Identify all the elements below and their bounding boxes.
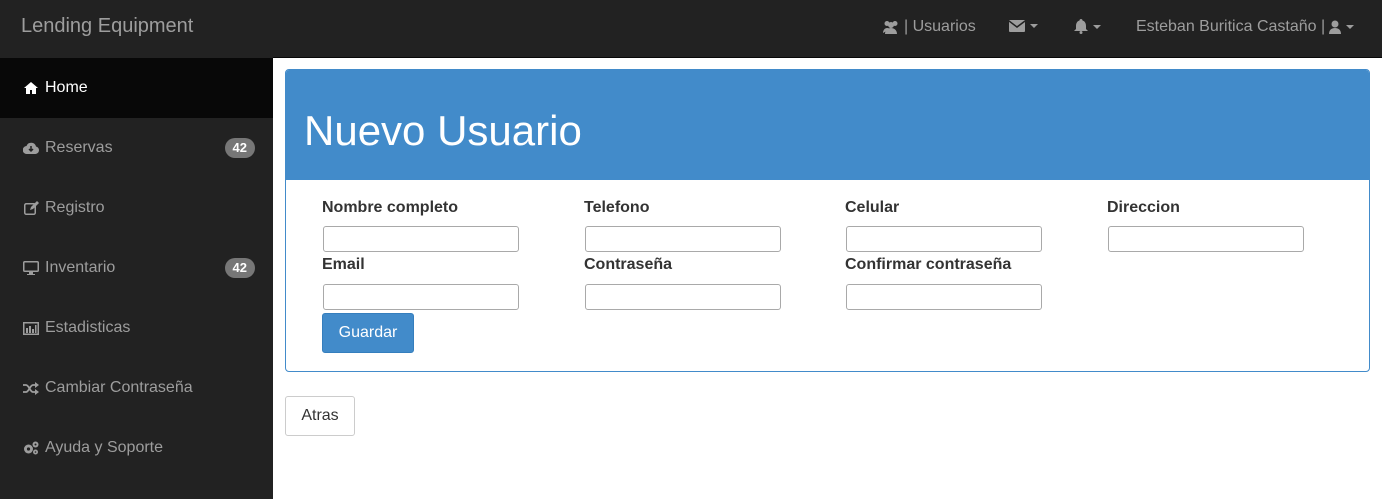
random-icon — [23, 380, 39, 396]
page-title: Nuevo Usuario — [304, 107, 582, 154]
envelope-icon — [1009, 20, 1025, 32]
password-input[interactable] — [585, 284, 781, 310]
sidebar-item-label: Reservas — [45, 139, 113, 156]
sidebar-item-home[interactable]: Home — [0, 58, 273, 118]
sidebar: Home Reservas 42 Registro Inventario 42 … — [0, 57, 273, 499]
telefono-input[interactable] — [585, 226, 781, 252]
reservas-count-badge: 42 — [224, 138, 255, 158]
alerts-dropdown[interactable] — [1074, 19, 1101, 34]
telefono-label: Telefono — [584, 199, 650, 216]
messages-dropdown[interactable] — [1009, 20, 1038, 32]
user-name-label: Esteban Buritica Castaño | — [1136, 18, 1326, 35]
chevron-down-icon — [1030, 24, 1038, 28]
sidebar-item-inventario[interactable]: Inventario 42 — [0, 238, 273, 298]
sidebar-item-registro[interactable]: Registro — [0, 178, 273, 238]
nombre-completo-label: Nombre completo — [322, 199, 459, 216]
nombre-completo-input[interactable] — [323, 226, 519, 252]
sidebar-item-reservas[interactable]: Reservas 42 — [0, 118, 273, 178]
sidebar-item-label: Inventario — [45, 259, 116, 276]
sidebar-item-ayuda-soporte[interactable]: Ayuda y Soporte — [0, 418, 273, 478]
user-icon — [1329, 20, 1342, 34]
sidebar-item-estadisticas[interactable]: Estadisticas — [0, 298, 273, 358]
atras-button[interactable]: Atras — [285, 396, 355, 436]
user-menu-dropdown[interactable]: Esteban Buritica Castaño | — [1136, 18, 1355, 36]
brand-title[interactable]: Lending Equipment — [21, 15, 193, 38]
direccion-input[interactable] — [1108, 226, 1304, 252]
guardar-button[interactable]: Guardar — [322, 313, 414, 353]
sidebar-item-label: Cambiar Contraseña — [45, 379, 193, 396]
new-user-panel: Nuevo Usuario Nombre completo Telefono C… — [285, 69, 1370, 372]
panel-heading: Nuevo Usuario — [286, 70, 1369, 180]
direccion-label: Direccion — [1107, 199, 1180, 216]
home-icon — [23, 80, 39, 96]
chevron-down-icon — [1346, 25, 1355, 29]
celular-input[interactable] — [846, 226, 1042, 252]
users-nav-label: | Usuarios — [904, 18, 976, 35]
confirmar-contrasena-label: Confirmar contraseña — [845, 256, 1012, 273]
users-nav-link[interactable]: | Usuarios — [882, 18, 976, 36]
celular-label: Celular — [845, 199, 900, 216]
sidebar-item-label: Estadisticas — [45, 319, 131, 336]
bell-icon — [1074, 19, 1088, 34]
inventario-count-badge: 42 — [224, 258, 255, 278]
bar-chart-icon — [23, 320, 39, 336]
top-navbar: Lending Equipment | Usuarios Esteban Bur… — [0, 0, 1382, 58]
users-icon — [882, 20, 900, 34]
sidebar-item-cambiar-contrasena[interactable]: Cambiar Contraseña — [0, 358, 273, 418]
edit-icon — [23, 200, 39, 216]
sidebar-item-label: Registro — [45, 199, 105, 216]
email-label: Email — [322, 256, 365, 273]
contrasena-label: Contraseña — [584, 256, 673, 273]
cogs-icon — [23, 440, 39, 456]
sidebar-item-label: Home — [45, 79, 88, 96]
cloud-download-icon — [23, 140, 39, 156]
email-field[interactable] — [323, 284, 519, 310]
sidebar-item-label: Ayuda y Soporte — [45, 439, 164, 456]
desktop-icon — [23, 260, 39, 276]
chevron-down-icon — [1093, 24, 1101, 29]
confirm-password-input[interactable] — [846, 284, 1042, 310]
